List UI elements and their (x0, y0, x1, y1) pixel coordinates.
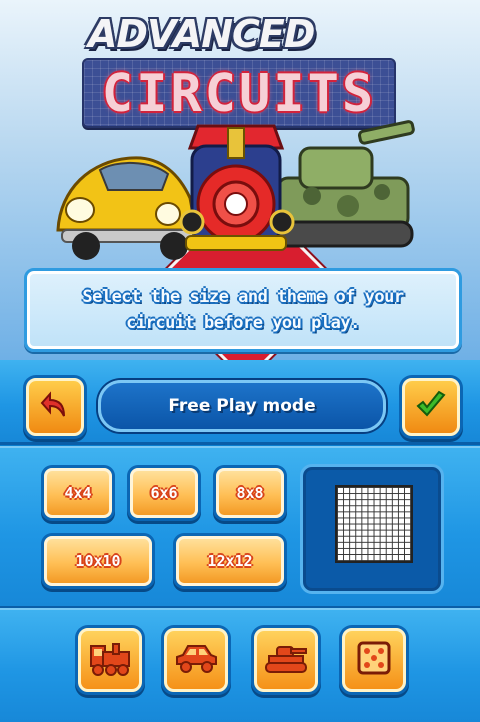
train-illustration (179, 124, 295, 251)
theme-button-train[interactable] (78, 628, 142, 692)
dice-icon (356, 640, 392, 680)
theme-button-random[interactable] (342, 628, 406, 692)
tank-illustration (272, 120, 415, 248)
size-button-12x12[interactable]: 12x12 (176, 536, 284, 586)
top-screen: ADVANCED CIRCUITS Select the size and th… (0, 0, 480, 360)
car-illustration (56, 156, 198, 260)
train-icon (87, 638, 133, 682)
back-button[interactable] (26, 378, 84, 436)
mode-label: Free Play mode (168, 396, 316, 416)
size-label: 8x8 (236, 484, 264, 502)
bottom-screen: Free Play mode 4x4 6x6 8x8 10x10 12x12 (0, 360, 480, 722)
size-label: 12x12 (207, 552, 253, 570)
size-label: 10x10 (75, 552, 121, 570)
theme-band (0, 608, 480, 722)
size-button-10x10[interactable]: 10x10 (44, 536, 152, 586)
instruction-box: Select the size and theme of your circui… (24, 268, 462, 352)
size-label: 6x6 (150, 484, 178, 502)
instruction-text: Select the size and theme of your circui… (82, 287, 404, 333)
size-button-4x4[interactable]: 4x4 (44, 468, 112, 518)
grid-preview-frame (300, 464, 444, 594)
mode-display: Free Play mode (98, 380, 386, 432)
confirm-button[interactable] (402, 378, 460, 436)
size-button-8x8[interactable]: 8x8 (216, 468, 284, 518)
size-button-6x6[interactable]: 6x6 (130, 468, 198, 518)
car-icon (173, 640, 219, 680)
back-arrow-icon (40, 390, 70, 424)
hero-vehicles (50, 118, 420, 268)
tank-icon (263, 640, 309, 680)
grid-preview (335, 485, 413, 563)
title-advanced: ADVANCED (88, 12, 315, 56)
theme-button-tank[interactable] (254, 628, 318, 692)
size-label: 4x4 (64, 484, 92, 502)
title-circuits: CIRCUITS (101, 64, 377, 124)
theme-button-car[interactable] (164, 628, 228, 692)
checkmark-icon (415, 390, 447, 424)
